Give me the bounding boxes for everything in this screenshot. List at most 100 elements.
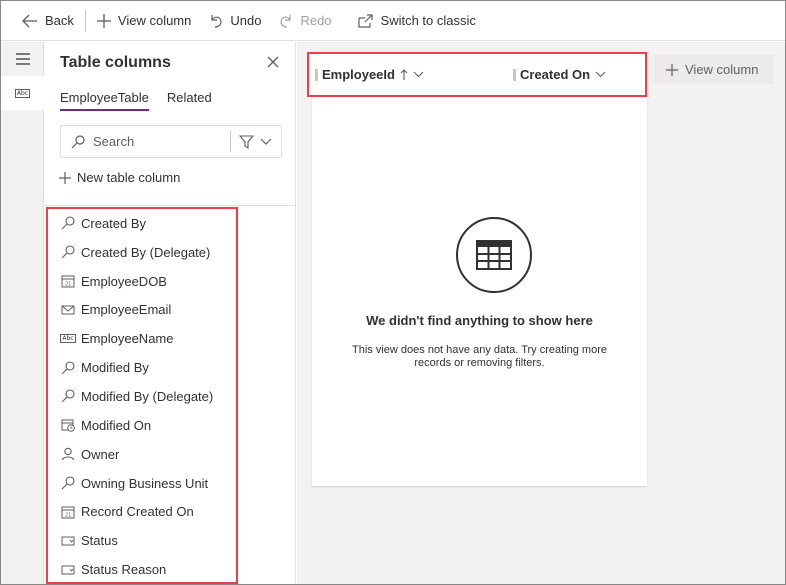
list-item-label: Owner [81,446,120,462]
lookup-icon [61,216,75,230]
list-item-label: Modified By (Delegate) [81,388,214,404]
view-canvas: We didn't find anything to show here Thi… [297,42,785,584]
plus-icon [59,171,71,184]
empty-state-line-1: This view does not have any data. Try cr… [352,344,607,356]
panel-divider [45,205,295,206]
person-icon [61,447,75,461]
view-column-button[interactable]: View column [88,1,200,41]
plus-icon [96,13,111,28]
list-item[interactable]: Created By (Delegate) [48,238,236,267]
list-item[interactable]: 21 EmployeeDOB [48,267,236,296]
list-item[interactable]: Created By [48,209,236,238]
view-column-label: View column [117,13,192,28]
list-item[interactable]: Owner [48,440,236,469]
empty-state-illustration [456,217,532,293]
text-column-icon: Abc [14,88,31,98]
list-item[interactable]: Abc EmployeeName [48,324,236,353]
column-header-employeeid[interactable]: EmployeeId [315,67,424,82]
tab-related[interactable]: Related [167,90,212,111]
chevron-down-icon [595,71,606,78]
undo-icon [211,14,222,28]
lookup-icon [61,245,75,259]
chevron-down-icon [260,138,272,145]
list-item[interactable]: EmployeeEmail [48,296,236,325]
new-table-column-label: New table column [77,170,181,185]
hamburger-icon [15,53,30,65]
resize-grip[interactable] [315,68,318,81]
option-set-icon [61,534,75,548]
calendar-icon: 21 [61,505,75,519]
list-item[interactable]: Modified On [48,411,236,440]
search-icon [71,134,85,148]
add-view-column-label: View column [685,62,759,77]
list-item-label: EmployeeDOB [81,273,167,289]
svg-text:21: 21 [65,512,71,518]
empty-state-title: We didn't find anything to show here [366,313,593,328]
tab-employee-table[interactable]: EmployeeTable [60,90,149,111]
view-grid: We didn't find anything to show here Thi… [312,55,647,486]
redo-label: Redo [300,13,332,28]
list-item[interactable]: Owning Business Unit [48,469,236,498]
svg-text:21: 21 [65,282,71,288]
new-table-column-button[interactable]: New table column [59,170,180,185]
panel-tabs: EmployeeTable Related [60,90,230,111]
close-icon [267,56,279,68]
close-panel-button[interactable] [266,55,282,71]
command-bar: Back View column Undo Redo Switch to cla… [1,1,785,41]
column-header-row: EmployeeId Created On [307,52,647,97]
lookup-icon [61,361,75,375]
text-icon: Abc [60,334,76,344]
calendar-icon: 21 [61,274,75,288]
email-icon [61,303,75,317]
column-header-label: Created On [520,67,591,82]
table-columns-rail-button[interactable]: Abc [1,76,44,110]
undo-label: Undo [230,13,262,28]
list-item-label: Record Created On [81,504,194,520]
lookup-icon [61,476,75,490]
search-divider [230,131,231,152]
list-item[interactable]: Status Reason [48,555,236,584]
list-item-label: Modified By [81,360,149,376]
option-set-icon [61,563,75,577]
panel-title: Table columns [60,54,171,71]
add-view-column-button[interactable]: View column [654,55,774,84]
calendar-clock-icon [61,418,75,433]
list-item-label: EmployeeEmail [81,302,172,318]
table-grid-icon [476,240,512,270]
sort-ascending-icon [400,68,408,80]
undo-button[interactable]: Undo [200,1,270,41]
empty-state-line-2: records or removing filters. [414,357,545,369]
filter-icon [239,134,254,149]
arrow-left-icon [22,14,37,27]
filter-button[interactable] [239,134,272,149]
list-item-label: EmployeeName [81,331,174,347]
list-item-label: Modified On [81,417,152,433]
search-box[interactable]: Search [60,125,282,158]
chevron-down-icon [413,71,424,78]
switch-to-classic-button[interactable]: Switch to classic [349,1,485,41]
empty-state-description: This view does not have any data. Try cr… [312,344,647,370]
resize-grip[interactable] [513,68,516,81]
search-input[interactable]: Search [93,134,230,149]
open-external-icon [357,13,373,28]
list-item[interactable]: Modified By [48,353,236,382]
redo-button[interactable]: Redo [270,1,340,41]
column-header-created-on[interactable]: Created On [513,67,606,82]
list-item-label: Created By [81,215,147,231]
hamburger-menu-button[interactable] [1,42,44,76]
plus-icon [666,63,678,76]
list-item-label: Created By (Delegate) [81,244,211,260]
table-columns-panel: Table columns EmployeeTable Related Sear… [45,42,296,584]
column-header-label: EmployeeId [322,67,395,82]
list-item-label: Status [81,533,118,549]
lookup-icon [61,389,75,403]
list-item[interactable]: Status [48,526,236,555]
left-rail: Abc [1,42,44,584]
redo-icon [280,14,292,28]
list-item[interactable]: Modified By (Delegate) [48,382,236,411]
list-item[interactable]: 21 Record Created On [48,497,236,526]
toolbar-divider [84,9,86,32]
switch-to-classic-label: Switch to classic [380,13,476,28]
back-button[interactable]: Back [13,1,83,41]
list-item-label: Status Reason [81,562,167,578]
